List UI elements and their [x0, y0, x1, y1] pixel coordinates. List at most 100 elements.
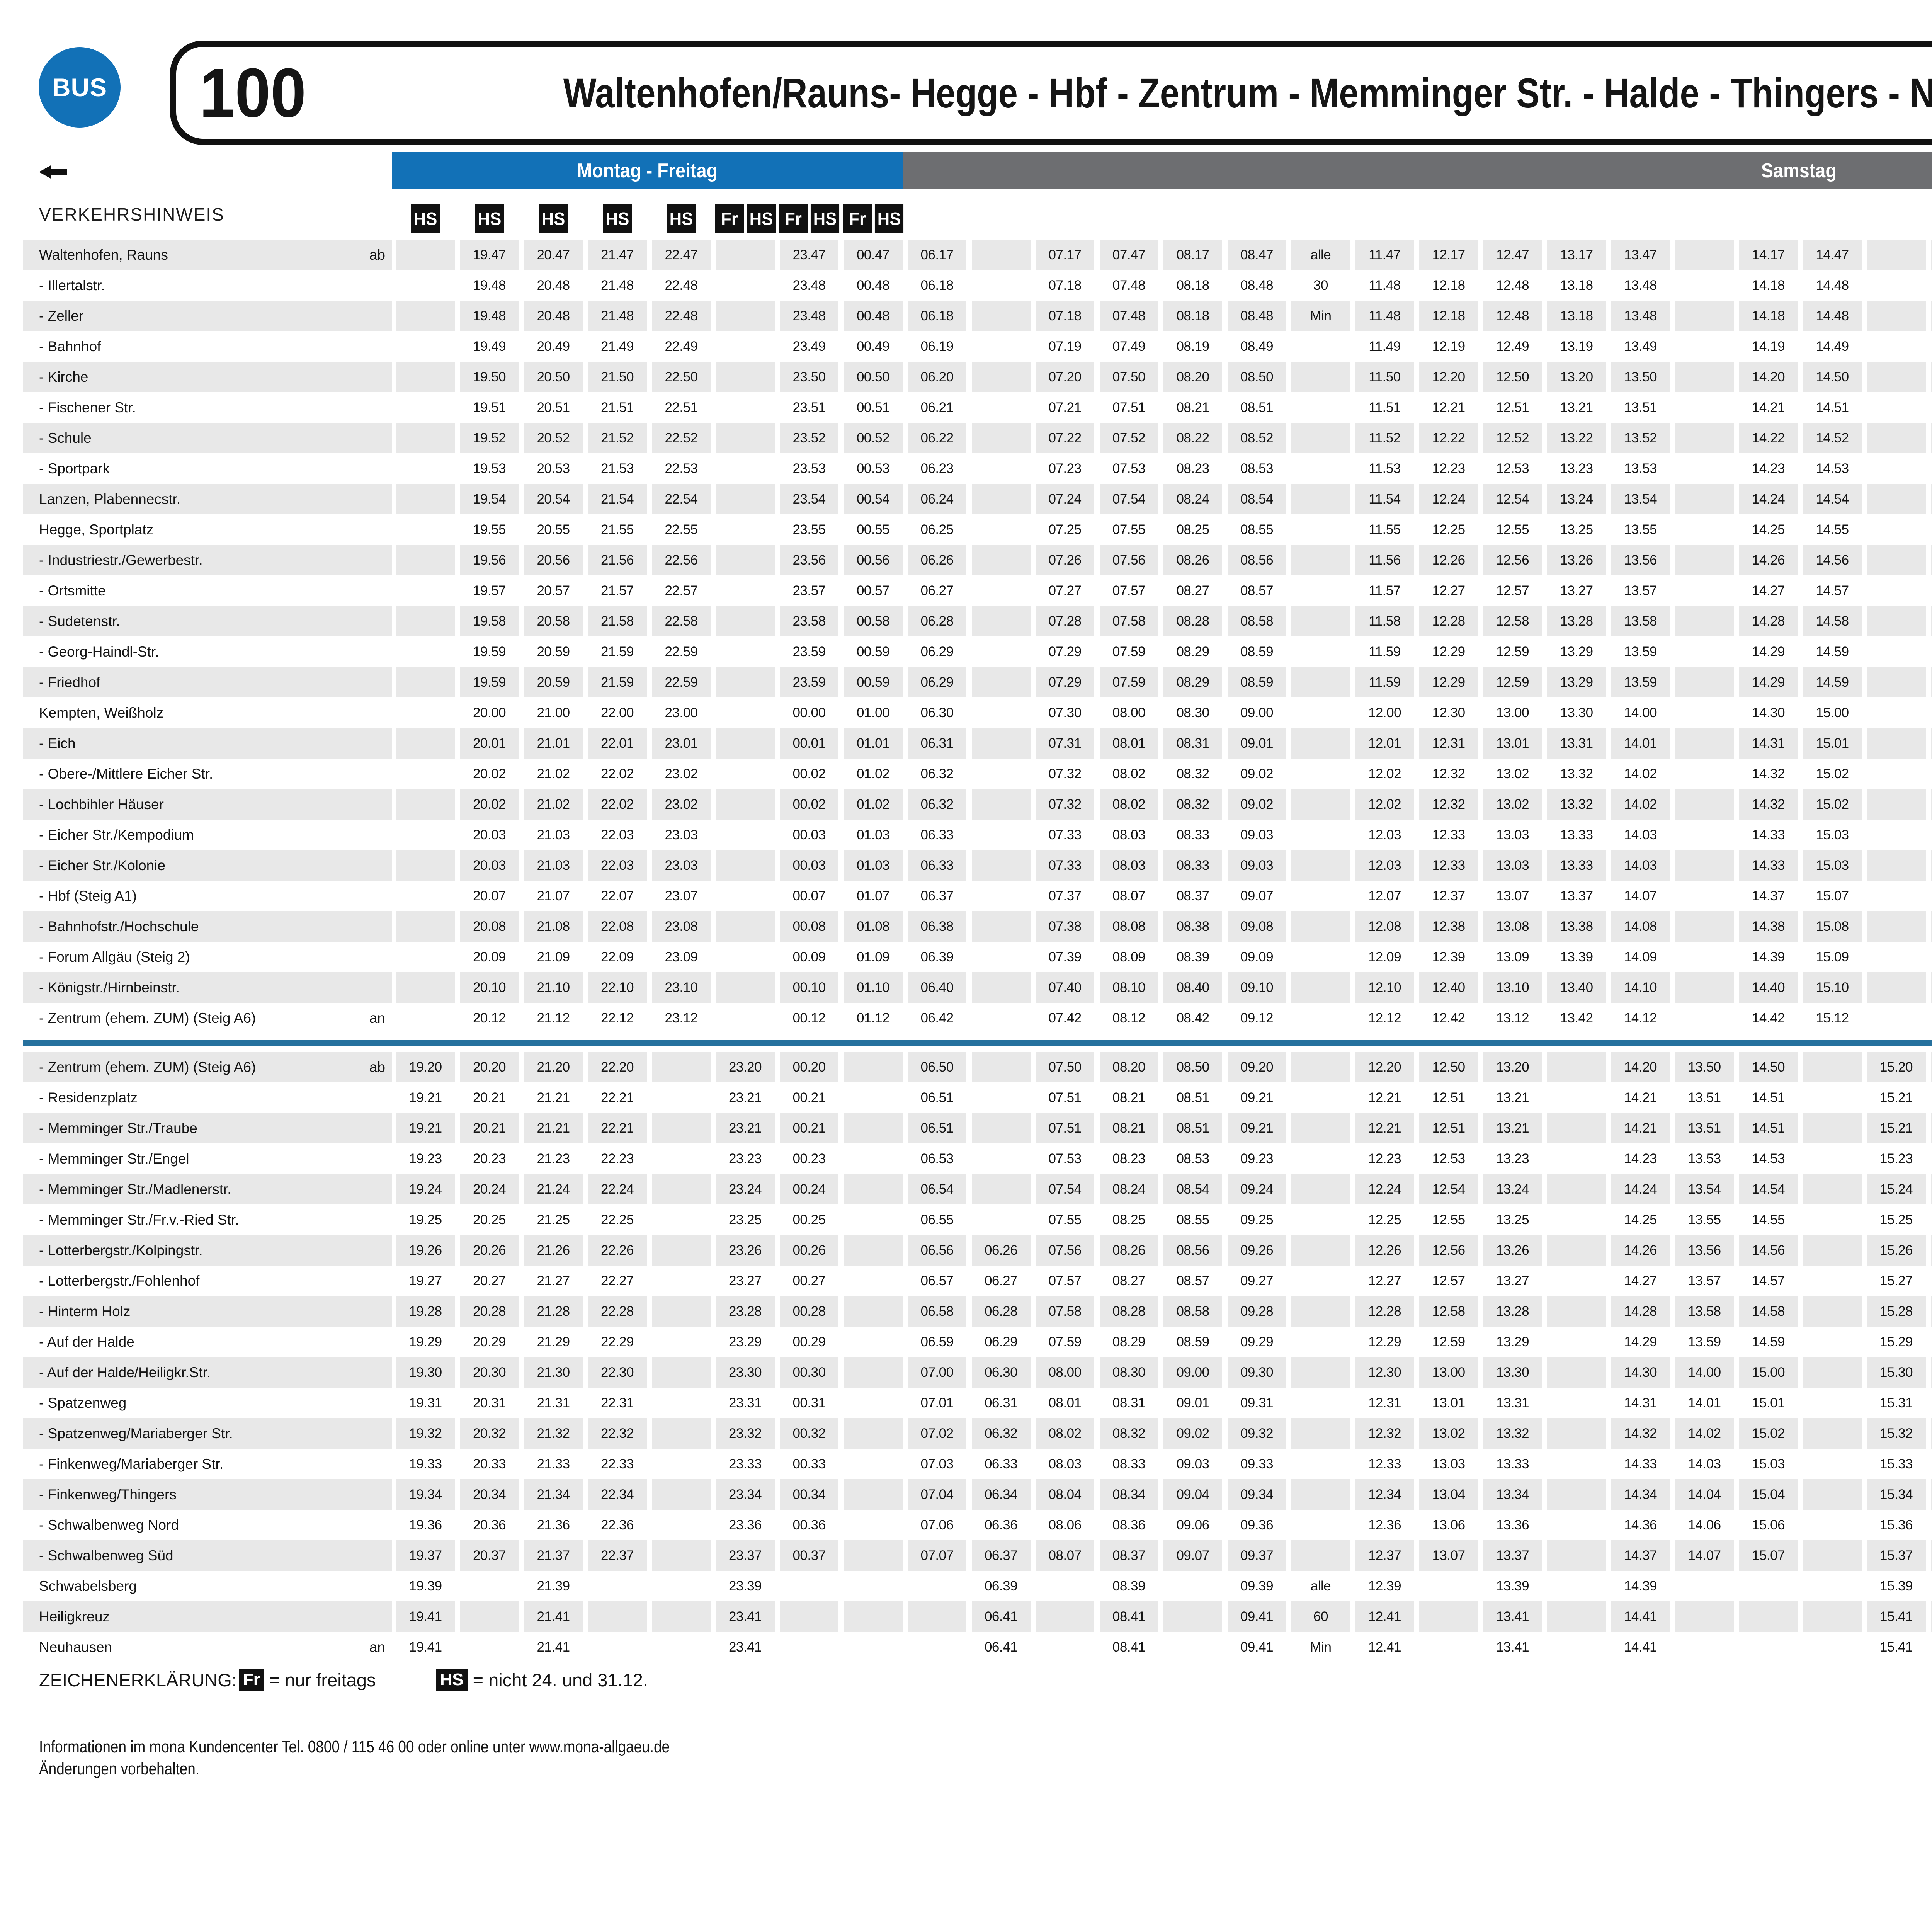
time-cell: 13.22 — [1547, 423, 1606, 453]
time-cell: 12.54 — [1483, 484, 1542, 514]
time-cell: 21.20 — [524, 1052, 583, 1082]
time-cell: 14.02 — [1675, 1418, 1734, 1449]
time-cell: 14.20 — [1739, 362, 1798, 392]
time-cell: 11.50 — [1355, 362, 1414, 392]
time-cell: 20.53 — [524, 453, 583, 484]
time-cell: 07.59 — [1100, 636, 1158, 667]
time-cell: 14.54 — [1739, 1174, 1798, 1204]
time-cell: 06.24 — [908, 484, 966, 514]
time-cell: 23.26 — [716, 1235, 775, 1266]
time-cell: 13.33 — [1547, 850, 1606, 881]
time-cell: 22.28 — [588, 1296, 647, 1327]
time-cell: 21.25 — [524, 1204, 583, 1235]
time-cell: 19.41 — [396, 1601, 455, 1632]
time-cell: 00.30 — [780, 1357, 838, 1388]
time-cell: 12.26 — [1355, 1235, 1414, 1266]
time-cell: 14.59 — [1803, 667, 1862, 697]
time-cell: 08.53 — [1228, 453, 1286, 484]
stop-name: - Industriestr./Gewerbestr. — [39, 552, 203, 568]
frequency-note-cell: Min — [1291, 301, 1350, 331]
legend-heading: ZEICHENERKLÄRUNG: — [39, 1669, 237, 1691]
stop-name: - Zentrum (ehem. ZUM) (Steig A6) — [39, 1059, 256, 1075]
time-cell: 21.39 — [524, 1571, 583, 1601]
time-cell: 20.23 — [460, 1143, 519, 1174]
time-cell: 12.23 — [1355, 1143, 1414, 1174]
empty-cell — [1291, 697, 1350, 728]
empty-cell — [1867, 484, 1926, 514]
holiday-exclusion-badge: HS — [475, 204, 503, 233]
time-cell: 20.48 — [524, 301, 583, 331]
time-cell: 21.07 — [524, 881, 583, 911]
empty-cell — [396, 331, 455, 362]
time-cell: 14.08 — [1611, 911, 1670, 942]
time-cell: 13.34 — [1483, 1479, 1542, 1510]
time-cell: 07.29 — [1036, 636, 1094, 667]
time-cell: 22.24 — [588, 1174, 647, 1204]
time-cell: 08.50 — [1163, 1052, 1222, 1082]
time-cell: 21.02 — [524, 759, 583, 789]
time-cell: 08.37 — [1100, 1540, 1158, 1571]
time-cell: 11.51 — [1355, 392, 1414, 423]
time-cell: 00.29 — [780, 1327, 838, 1357]
empty-cell — [972, 392, 1031, 423]
route-header-box: 100 Waltenhofen/Rauns- Hegge - Hbf - Zen… — [170, 41, 1932, 145]
empty-cell — [652, 1571, 711, 1601]
time-cell: 14.29 — [1611, 1327, 1670, 1357]
time-cell: 14.53 — [1739, 1143, 1798, 1174]
stop-row: - Lotterbergstr./Fohlenhof19.2720.2721.2… — [23, 1266, 1932, 1296]
empty-cell — [844, 1082, 903, 1113]
stop-name: - Schule — [39, 430, 92, 446]
frequency-note-cell: 30 — [1291, 270, 1350, 301]
time-cell: 12.32 — [1419, 759, 1478, 789]
time-cell: 15.30 — [1867, 1357, 1926, 1388]
empty-cell — [396, 728, 455, 759]
empty-cell — [1867, 667, 1926, 697]
time-cell: 01.08 — [844, 911, 903, 942]
time-cell: 08.56 — [1163, 1235, 1222, 1266]
empty-cell — [844, 1357, 903, 1388]
empty-cell — [1547, 1052, 1606, 1082]
empty-cell — [972, 667, 1031, 697]
time-cell: 07.03 — [908, 1449, 966, 1479]
empty-cell — [844, 1479, 903, 1510]
time-cell: 14.17 — [1739, 240, 1798, 270]
time-cell: 20.10 — [460, 972, 519, 1003]
empty-cell — [1675, 942, 1734, 972]
empty-cell — [1291, 972, 1350, 1003]
empty-cell — [972, 1052, 1031, 1082]
time-cell: 19.53 — [460, 453, 519, 484]
time-cell: 06.27 — [908, 575, 966, 606]
empty-cell — [1675, 270, 1734, 301]
time-cell: 08.33 — [1163, 850, 1222, 881]
time-cell: 07.55 — [1036, 1204, 1094, 1235]
time-cell: 23.41 — [716, 1601, 775, 1632]
time-cell: 14.48 — [1803, 270, 1862, 301]
time-cell: 08.41 — [1100, 1601, 1158, 1632]
stop-name: - Lotterbergstr./Kolpingstr. — [39, 1242, 203, 1259]
empty-cell — [1675, 331, 1734, 362]
empty-cell — [588, 1571, 647, 1601]
time-cell: 20.25 — [460, 1204, 519, 1235]
time-cell: 14.39 — [1611, 1571, 1670, 1601]
time-cell: 07.20 — [1036, 362, 1094, 392]
time-cell: 09.34 — [1228, 1479, 1286, 1510]
time-cell: 22.20 — [588, 1052, 647, 1082]
time-cell: 00.21 — [780, 1082, 838, 1113]
timetable-grid: - Zentrum (ehem. ZUM) (Steig A6)ab19.202… — [23, 1052, 1932, 1662]
stop-name: - Eicher Str./Kolonie — [39, 857, 165, 874]
stop-name: - Finkenweg/Mariaberger Str. — [39, 1456, 223, 1472]
time-cell: 12.18 — [1419, 270, 1478, 301]
empty-cell — [396, 606, 455, 636]
empty-cell — [1867, 850, 1926, 881]
time-cell: 14.21 — [1611, 1082, 1670, 1113]
time-cell: 13.26 — [1483, 1235, 1542, 1266]
time-cell: 00.32 — [780, 1418, 838, 1449]
time-cell: 07.22 — [1036, 423, 1094, 453]
time-cell: 23.53 — [780, 453, 838, 484]
time-cell: 07.18 — [1036, 270, 1094, 301]
time-cell: 08.06 — [1036, 1510, 1094, 1540]
time-cell: 00.00 — [780, 697, 838, 728]
frequency-note-cell: Min — [1291, 1632, 1350, 1662]
time-cell: 09.10 — [1228, 972, 1286, 1003]
time-cell: 22.59 — [652, 636, 711, 667]
